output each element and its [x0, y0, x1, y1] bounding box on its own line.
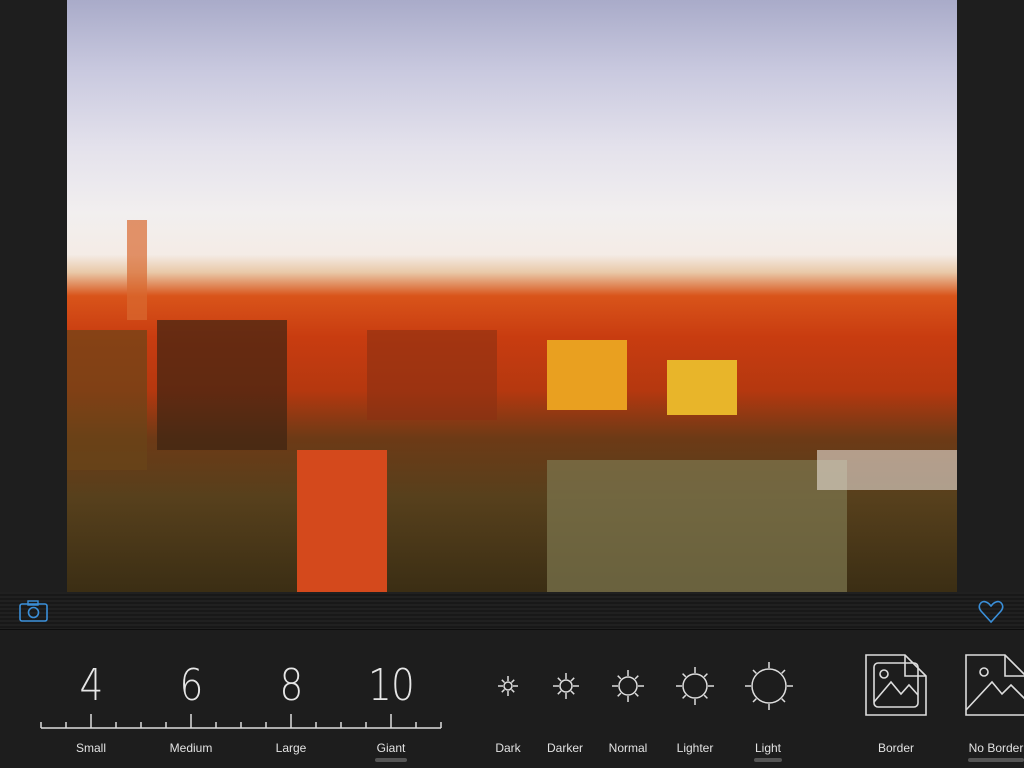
no-border-option[interactable]: No Border	[946, 741, 1024, 755]
brightness-selected-indicator	[754, 758, 782, 762]
sun-normal-icon[interactable]	[608, 666, 648, 706]
size-label-large[interactable]: Large	[241, 741, 341, 755]
border-option[interactable]: Border	[846, 741, 946, 755]
size-ruler-slider[interactable]	[38, 710, 444, 734]
sun-darker-icon[interactable]	[549, 669, 583, 703]
border-icon[interactable]	[865, 654, 927, 716]
sun-lighter-icon[interactable]	[673, 664, 717, 708]
no-border-icon[interactable]	[965, 654, 1024, 716]
canvas-area	[0, 0, 1024, 592]
size-10[interactable]: 10	[357, 660, 425, 711]
size-selected-indicator	[375, 758, 407, 762]
sun-light-icon[interactable]	[743, 660, 795, 712]
sun-dark-icon[interactable]	[494, 672, 522, 700]
brightness-light[interactable]: Light	[718, 741, 818, 755]
border-selected-indicator	[968, 758, 1024, 762]
size-8[interactable]: 8	[257, 660, 325, 711]
size-label-small[interactable]: Small	[41, 741, 141, 755]
size-label-giant[interactable]: Giant	[341, 741, 441, 755]
heart-icon[interactable]	[978, 600, 1004, 624]
size-4[interactable]: 4	[57, 660, 125, 711]
size-6[interactable]: 6	[157, 660, 225, 711]
size-label-medium[interactable]: Medium	[141, 741, 241, 755]
action-strip	[0, 592, 1024, 630]
camera-icon[interactable]	[19, 600, 48, 622]
watercolor-photo	[67, 0, 957, 592]
